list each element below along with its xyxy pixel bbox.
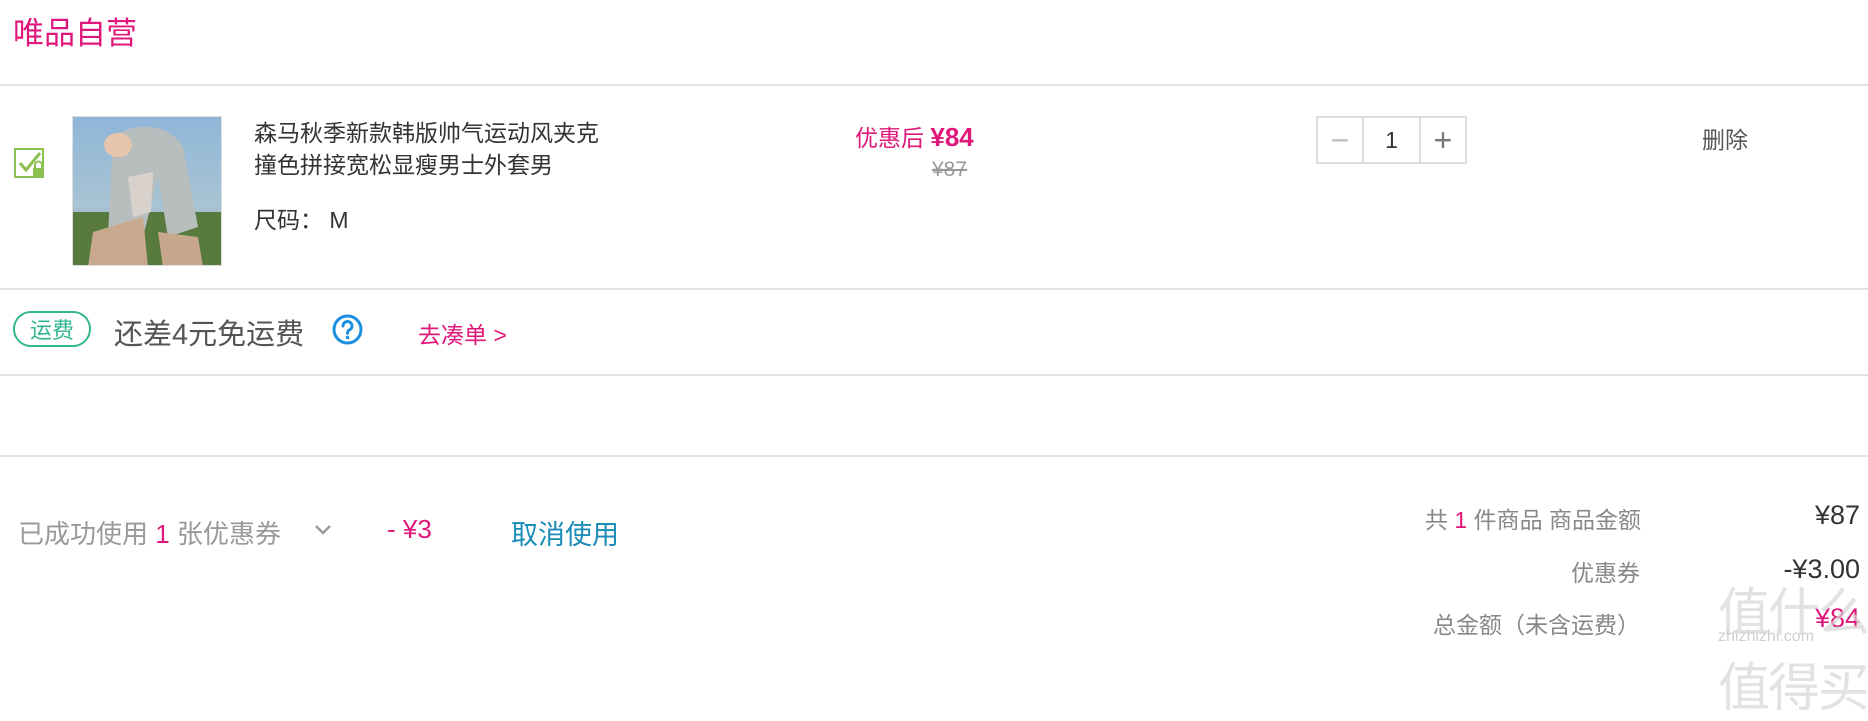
coupon-amount: - ¥3 — [387, 514, 432, 544]
divider — [0, 455, 1868, 457]
discount-label: 优惠后 — [855, 125, 924, 151]
chevron-down-icon[interactable] — [313, 523, 333, 537]
coupon-usage[interactable]: 已成功使用 1 张优惠券 — [18, 514, 281, 551]
cancel-coupon-button[interactable]: 取消使用 — [511, 513, 619, 552]
delete-button[interactable]: 删除 — [1702, 121, 1748, 155]
quantity-value[interactable]: 1 — [1362, 118, 1421, 162]
help-circle-icon[interactable] — [332, 314, 363, 345]
quantity-minus-button[interactable]: − — [1318, 118, 1362, 162]
item-count-label: 共 1 件商品 商品金额 — [1425, 501, 1641, 535]
product-size: 尺码： M — [254, 207, 349, 233]
product-name[interactable]: 森马秋季新款韩版帅气运动风夹克 撞色拼接宽松显瘦男士外套男 — [254, 117, 654, 181]
coupon-discount: - ¥3 — [387, 514, 432, 545]
quantity-stepper: − 1 + — [1316, 116, 1467, 164]
product-name-line1[interactable]: 森马秋季新款韩版帅气运动风夹克 — [254, 117, 654, 149]
discount-value: ¥84 — [930, 122, 974, 152]
shipping-badge: 运费 — [13, 311, 91, 347]
goods-amount: ¥87 — [1814, 500, 1860, 530]
coupon-count: 1 — [155, 519, 170, 549]
product-name-line2[interactable]: 撞色拼接宽松显瘦男士外套男 — [254, 149, 654, 181]
divider — [0, 84, 1868, 86]
original-price: ¥87 — [932, 158, 968, 181]
item-checkbox-locked-icon[interactable] — [14, 148, 46, 180]
watermark: 值什么值得买 — [1718, 585, 1868, 718]
store-title: 唯品自营 — [13, 16, 137, 51]
product-image[interactable] — [72, 116, 222, 266]
discount-price: 优惠后 ¥84 — [855, 119, 974, 153]
divider — [0, 288, 1868, 290]
count-suffix: 件商品 商品金额 — [1473, 507, 1641, 533]
coupon-suffix: 张优惠券 — [176, 519, 281, 549]
watermark-url: zhizhizhi.com — [1718, 628, 1815, 645]
item-count: 1 — [1454, 507, 1468, 533]
shipping-message: 还差4元免运费 — [114, 319, 305, 351]
quantity-plus-button[interactable]: + — [1421, 118, 1465, 162]
coupon-label: 优惠券 — [1571, 560, 1640, 586]
divider — [0, 374, 1868, 376]
add-more-link[interactable]: 去凑单 > — [418, 316, 507, 350]
total-label: 总金额（未含运费） — [1433, 612, 1640, 638]
count-prefix: 共 — [1425, 507, 1449, 533]
coupon-prefix: 已成功使用 — [18, 519, 149, 549]
